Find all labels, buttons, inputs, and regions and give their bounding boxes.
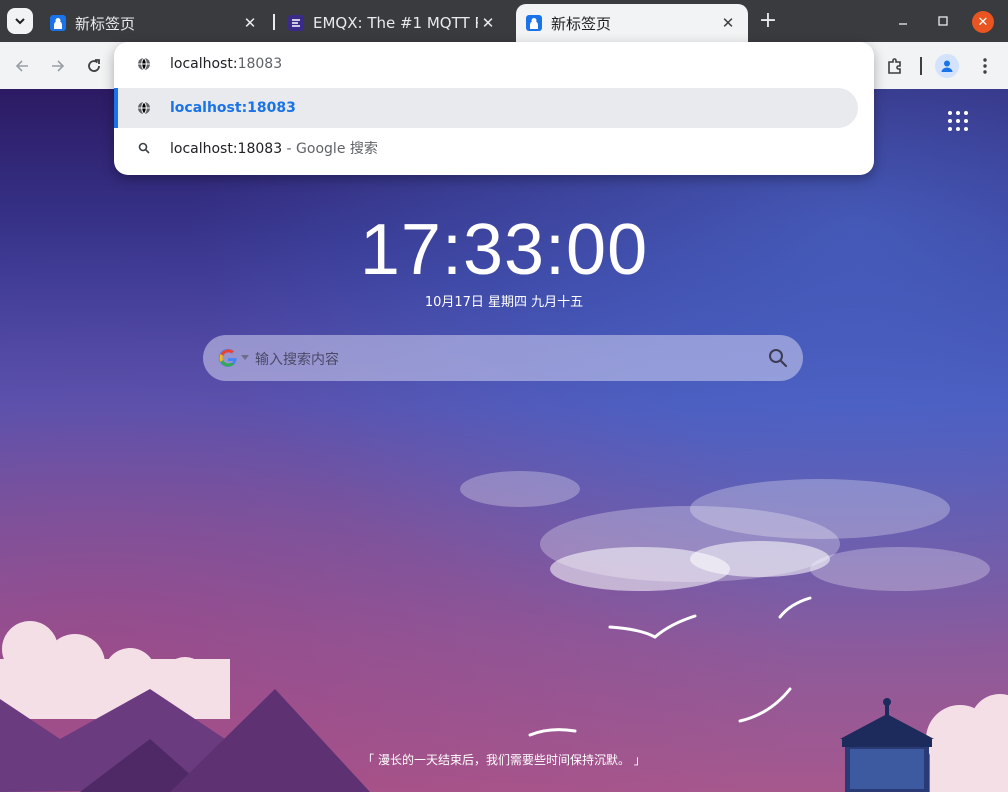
daily-quote: 「 漫长的一天结束后，我们需要些时间保持沉默。 」 (362, 753, 646, 767)
address-autocomplete-text: 18083 (237, 56, 283, 72)
apps-grid-icon[interactable] (948, 111, 968, 131)
search-icon (136, 140, 152, 156)
new-tab-plus-icon[interactable]: + (756, 10, 780, 34)
tab-separator (273, 14, 275, 30)
newtab-favicon-icon (526, 15, 542, 31)
menu-kebab-icon[interactable] (973, 54, 997, 78)
omnibox-dropdown: localhost:18083 localhost:18083 localhos… (114, 42, 874, 175)
address-bar-input[interactable]: localhost:18083 (114, 44, 874, 84)
new-tab-page: 17:33:00 10月17日 星期四 九月十五 输入搜索内容 「 漫长的一天结… (0, 89, 1008, 792)
newtab-favicon-icon (50, 15, 66, 31)
engine-dropdown-caret-icon[interactable] (241, 355, 249, 360)
suggestion-search[interactable]: localhost:18083 - Google 搜索 (114, 128, 874, 168)
tab-3-close-icon[interactable]: ✕ (718, 13, 738, 33)
suggestion-url-text: localhost:18083 (170, 100, 296, 116)
background-scenery (0, 471, 1008, 792)
maximize-icon[interactable] (933, 11, 953, 31)
globe-icon (136, 100, 152, 116)
profile-avatar-icon[interactable] (935, 54, 959, 78)
google-logo-icon[interactable] (218, 348, 238, 368)
selection-indicator (114, 88, 118, 128)
suggestion-search-suffix: - Google 搜索 (282, 141, 378, 157)
window-close-icon[interactable]: ✕ (972, 11, 994, 33)
clock-time: 17:33:00 (359, 210, 649, 290)
extensions-puzzle-icon[interactable] (883, 54, 907, 78)
clock-date: 10月17日 星期四 九月十五 (424, 295, 584, 310)
minimize-icon[interactable] (893, 11, 913, 31)
tab-3-title: 新标签页 (551, 14, 612, 33)
tab-2-title: EMQX: The #1 MQTT Pla (313, 14, 478, 32)
reload-icon[interactable] (82, 54, 106, 78)
tab-1[interactable]: 新标签页 ✕ (40, 4, 270, 42)
search-box[interactable]: 输入搜索内容 (203, 335, 803, 381)
tab-strip: 新标签页 ✕ EMQX: The #1 MQTT Pla ✕ 新标签页 ✕ + … (0, 0, 1008, 42)
tab-2-close-icon[interactable]: ✕ (478, 13, 498, 33)
suggestion-search-text: localhost:18083 (170, 141, 283, 157)
suggestion-url[interactable]: localhost:18083 (114, 88, 858, 128)
emqx-favicon-icon (288, 15, 304, 31)
tab-search-button[interactable] (7, 8, 33, 34)
forward-arrow-icon[interactable] (46, 54, 70, 78)
tab-3-active[interactable]: 新标签页 ✕ (516, 4, 748, 42)
tab-2[interactable]: EMQX: The #1 MQTT Pla ✕ (278, 4, 508, 42)
search-icon[interactable] (768, 348, 788, 368)
tab-1-title: 新标签页 (75, 14, 136, 33)
globe-icon (136, 56, 152, 72)
toolbar-divider (920, 57, 922, 75)
back-arrow-icon[interactable] (10, 54, 34, 78)
tab-1-close-icon[interactable]: ✕ (240, 13, 260, 33)
chevron-down-icon (15, 18, 25, 25)
address-typed-text: localhost: (170, 56, 238, 72)
search-placeholder: 输入搜索内容 (255, 352, 339, 368)
